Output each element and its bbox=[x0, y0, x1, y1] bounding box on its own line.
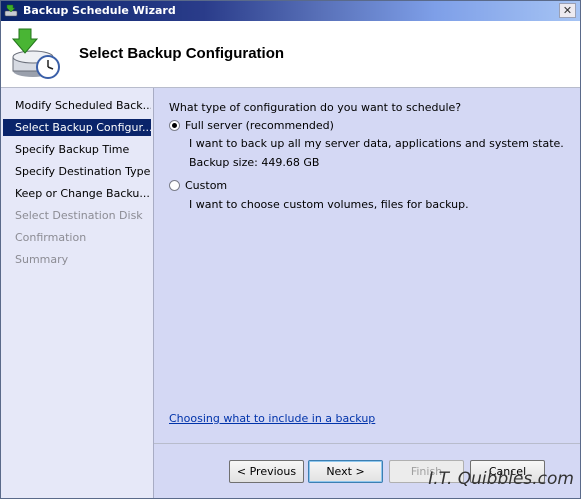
wizard-window: Backup Schedule Wizard ✕ Select Backup C… bbox=[0, 0, 581, 499]
wizard-steps-sidebar: Modify Scheduled Back... Select Backup C… bbox=[1, 88, 154, 498]
backup-size-text: Backup size: 449.68 GB bbox=[189, 156, 320, 169]
title-bar[interactable]: Backup Schedule Wizard ✕ bbox=[1, 1, 580, 21]
wizard-header: Select Backup Configuration bbox=[1, 21, 580, 88]
next-button[interactable]: Next > bbox=[308, 460, 383, 483]
full-server-description: I want to back up all my server data, ap… bbox=[189, 137, 564, 150]
wizard-content: What type of configuration do you want t… bbox=[154, 88, 580, 498]
step-modify-scheduled-backup[interactable]: Modify Scheduled Back... bbox=[3, 97, 151, 114]
step-specify-destination-type[interactable]: Specify Destination Type bbox=[3, 163, 151, 180]
configuration-question: What type of configuration do you want t… bbox=[169, 101, 462, 114]
full-server-label[interactable]: Full server (recommended) bbox=[185, 119, 334, 132]
custom-description: I want to choose custom volumes, files f… bbox=[189, 198, 469, 211]
full-server-radio[interactable] bbox=[169, 120, 180, 131]
step-select-backup-configuration[interactable]: Select Backup Configur... bbox=[3, 119, 151, 136]
window-title: Backup Schedule Wizard bbox=[23, 4, 176, 17]
custom-radio[interactable] bbox=[169, 180, 180, 191]
step-keep-or-change-backup[interactable]: Keep or Change Backu... bbox=[3, 185, 151, 202]
close-button[interactable]: ✕ bbox=[559, 3, 576, 18]
step-summary: Summary bbox=[15, 253, 69, 266]
custom-label[interactable]: Custom bbox=[185, 179, 227, 192]
help-link[interactable]: Choosing what to include in a backup bbox=[169, 412, 375, 425]
step-select-destination-disk: Select Destination Disk bbox=[15, 209, 143, 222]
previous-button[interactable]: < Previous bbox=[229, 460, 304, 483]
close-icon: ✕ bbox=[562, 4, 573, 17]
page-title: Select Backup Configuration bbox=[79, 45, 285, 62]
step-specify-backup-time[interactable]: Specify Backup Time bbox=[3, 141, 151, 158]
backup-schedule-icon bbox=[9, 27, 63, 81]
step-confirmation: Confirmation bbox=[15, 231, 87, 244]
watermark: I.T. Quibbles.com bbox=[428, 469, 574, 489]
backup-app-icon bbox=[4, 4, 18, 18]
